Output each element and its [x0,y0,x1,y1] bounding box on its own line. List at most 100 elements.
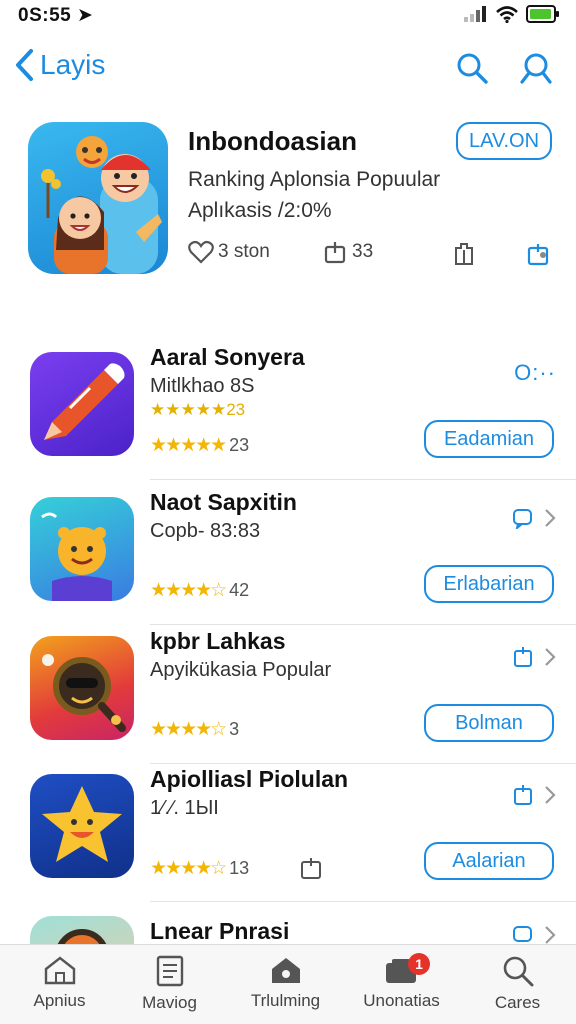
rating-count: 3 [229,719,240,739]
rating-count: 23 [229,435,250,455]
app-get-button[interactable]: Bolman [424,704,554,742]
featured-app-detail: Aplıkasis /2:0% [188,199,332,222]
save-icon [514,785,532,805]
app-options[interactable] [500,782,556,808]
list-item[interactable]: Apiolliasl Piolulan 1⁄.∕. 1ЫI ★★★★☆ 13 A… [0,764,576,902]
chevron-right-icon [545,648,556,666]
app-icon-1 [30,352,134,456]
app-name: Apiolliasl Piolulan [150,766,349,792]
marker-pen-icon [44,363,125,440]
app-icon-5 [30,916,134,944]
featured-app-title: Inbondoasian [188,126,357,156]
featured-actions-row: 3 ston 33 [188,240,558,272]
chevron-right-icon [545,509,556,527]
tab-label: Unonatias [363,991,440,1010]
list-item[interactable]: Aaral Sonyera Mitlkhao 8S ★★★★★23 ★★★★★ … [0,342,576,480]
smiling-star-icon [42,786,122,862]
magnifier-character-icon [42,654,126,732]
featured-get-button[interactable]: LAV.ON [456,122,552,160]
tab-label: Cares [494,993,541,1012]
featured-app: Inbondoasian Ranking Aplonsia Popuular A… [28,122,558,282]
app-rating: ★★★★★ 23 [150,434,249,457]
back-button[interactable]: Layis [14,48,105,82]
featured-app-subtitle: Ranking Aplonsia Popuular [188,168,441,191]
app-get-button[interactable]: Erlabarian [424,565,554,603]
app-subtitle: 1⁄.∕. 1ЫI [150,797,219,819]
app-options[interactable]: O:·· [500,360,556,386]
app-rating: ★★★★☆ 13 [150,856,323,880]
star-rating: ★★★★☆ [150,580,227,601]
save-button[interactable] [524,240,552,268]
tab-apps[interactable]: Apnius [2,945,117,1024]
app-rating: ★★★★☆ 42 [150,579,249,602]
search-icon [503,956,533,987]
bookmark-button[interactable] [450,240,478,268]
app-icon-3 [30,636,134,740]
divider [150,479,576,480]
notification-badge: 1 [408,953,430,975]
star-rating: ★★★★☆ [150,857,227,879]
filter-search-button[interactable] [516,48,556,88]
share-count: 33 [352,241,374,262]
family-illustration-icon [41,136,162,274]
navigation-bar: Layis [0,40,576,96]
app-get-button[interactable]: Aalarian [424,842,554,880]
app-name: Naot Sapxitin [150,489,297,515]
featured-app-icon[interactable] [28,122,168,274]
heart-icon [188,240,214,264]
list-item[interactable]: Naot Sapxitin Copb- 83:83 ★★★★☆ 42 Erlab… [0,487,576,625]
sun-character-icon [41,512,112,601]
tab-label: Maviog [142,993,197,1012]
download-icon [527,244,549,266]
app-rating: ★★★★☆ 3 [150,718,239,741]
app-subtitle-stars: ★★★★★23 [150,400,246,419]
tab-search[interactable]: Cares [460,945,575,1024]
chat-icon [513,509,532,529]
app-partial-icon [57,929,107,944]
like-button[interactable]: 3 ston [188,240,270,264]
signal-icon [464,6,486,22]
share-icon [324,242,346,264]
rating-count: 42 [229,580,250,600]
like-count: 3 ston [218,241,270,262]
tab-label: Apnius [33,991,86,1010]
rating-count: 13 [229,857,250,878]
tab-updates[interactable]: 1 Unonatias [344,945,459,1024]
list-item[interactable]: kpbr Lahkas Apyikükasia Popular ★★★★☆ 3 … [0,626,576,764]
home-icon [44,956,75,985]
app-icon-2 [30,497,134,601]
app-name: Aaral Sonyera [150,344,305,370]
back-label: Layis [40,49,106,80]
status-time: 0S:55 ➤ [18,5,94,26]
chevron-right-icon [545,926,556,944]
battery-icon [526,5,559,23]
wifi-icon [496,5,518,23]
search-filter-icon [520,53,552,84]
more-dots-icon: O:·· [514,360,556,385]
app-options[interactable] [500,505,556,531]
tab-trending[interactable]: Trlulming [228,945,343,1024]
app-subtitle: Mitlkhao 8S [150,375,255,397]
chat-icon [513,926,532,942]
tab-magazine[interactable]: Maviog [112,945,227,1024]
status-bar: 0S:55 ➤ [0,0,576,32]
chevron-right-icon [545,786,556,804]
status-indicators [464,5,560,23]
more-dot[interactable] [540,252,546,258]
tab-label: Trlulming [250,991,321,1010]
app-options[interactable] [500,644,556,670]
search-icon [457,53,488,84]
star-rating: ★★★★★ [150,435,227,456]
tab-bar: Apnius Maviog Trlulming 1 Unonatias Care… [0,944,576,1024]
share-button[interactable]: 33 [324,240,373,264]
app-get-button[interactable]: Eadamian [424,420,554,458]
app-name: Lnear Pnrasi [150,918,290,944]
app-subtitle: Apyikükasia Popular [150,659,332,681]
document-icon [156,955,183,987]
app-name: kpbr Lahkas [150,628,286,654]
search-button[interactable] [452,48,492,88]
app-subtitle: Copb- 83:83 [150,520,261,542]
app-options[interactable] [500,922,556,944]
app-icon-4 [30,774,134,878]
list-item[interactable]: Lnear Pnrasi [0,902,576,944]
